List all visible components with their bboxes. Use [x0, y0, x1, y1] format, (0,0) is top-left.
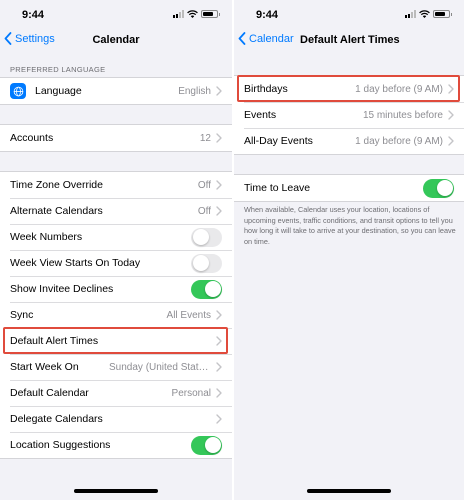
- row-label: Default Alert Times: [10, 335, 99, 347]
- row-label: Delegate Calendars: [10, 413, 103, 425]
- home-indicator: [74, 489, 158, 493]
- week-view-starts-today-toggle[interactable]: [191, 253, 222, 273]
- row-value: Off: [197, 205, 211, 217]
- chevron-left-icon: [238, 32, 246, 45]
- all-day-events-row[interactable]: All-Day Events 1 day before (9 AM): [234, 128, 464, 154]
- delegate-calendars-row[interactable]: Delegate Calendars: [0, 406, 232, 432]
- default-alert-times-screen: 9:44 Calendar Default Alert Times Birthd…: [234, 0, 464, 500]
- home-indicator: [307, 489, 391, 493]
- chevron-right-icon: [216, 206, 222, 216]
- chevron-right-icon: [448, 110, 454, 120]
- nav-bar: Calendar Default Alert Times: [234, 28, 464, 54]
- week-numbers-row: Week Numbers: [0, 224, 232, 250]
- back-label: Calendar: [249, 32, 294, 45]
- chevron-right-icon: [216, 86, 222, 96]
- birthdays-row[interactable]: Birthdays 1 day before (9 AM): [234, 76, 464, 102]
- row-label: Events: [244, 109, 277, 121]
- language-row[interactable]: Language English: [0, 78, 232, 104]
- signal-icon: [405, 10, 416, 18]
- nav-bar: Settings Calendar: [0, 28, 232, 54]
- chevron-right-icon: [216, 414, 222, 424]
- accounts-row[interactable]: Accounts 12: [0, 125, 232, 151]
- language-group: Language English: [0, 77, 232, 105]
- row-value: 1 day before (9 AM): [355, 83, 443, 95]
- location-suggestions-row: Location Suggestions: [0, 432, 232, 458]
- row-label: Week View Starts On Today: [10, 257, 141, 269]
- start-week-on-row[interactable]: Start Week On Sunday (United States defa…: [0, 354, 232, 380]
- back-button[interactable]: Calendar: [238, 32, 294, 45]
- alert-times-group: Birthdays 1 day before (9 AM) Events 15 …: [234, 75, 464, 155]
- accounts-count: 12: [199, 132, 211, 144]
- chevron-right-icon: [216, 362, 222, 372]
- chevron-right-icon: [216, 388, 222, 398]
- row-value: Off: [197, 179, 211, 191]
- signal-icon: [173, 10, 184, 18]
- page-title: Calendar: [92, 34, 140, 46]
- chevron-right-icon: [216, 336, 222, 346]
- chevron-right-icon: [216, 133, 222, 143]
- row-label: Show Invitee Declines: [10, 283, 114, 295]
- row-value: Sunday (United States default): [109, 361, 211, 373]
- default-calendar-row[interactable]: Default Calendar Personal: [0, 380, 232, 406]
- page-title: Default Alert Times: [300, 34, 400, 46]
- chevron-right-icon: [216, 180, 222, 190]
- battery-icon: [201, 10, 220, 18]
- accounts-label: Accounts: [10, 132, 54, 144]
- row-label: All-Day Events: [244, 135, 313, 147]
- status-time: 9:44: [256, 9, 279, 21]
- row-label: Start Week On: [10, 361, 79, 373]
- row-label: Time to Leave: [244, 182, 311, 194]
- battery-icon: [433, 10, 452, 18]
- status-time: 9:44: [22, 9, 45, 21]
- section-header-preferred-language: PREFERRED LANGUAGE: [10, 65, 106, 74]
- row-label: Location Suggestions: [10, 439, 111, 451]
- row-label: Default Calendar: [10, 387, 89, 399]
- row-label: Birthdays: [244, 83, 288, 95]
- wifi-icon: [187, 10, 198, 18]
- row-value: 1 day before (9 AM): [355, 135, 443, 147]
- row-label: Sync: [10, 309, 34, 321]
- language-label: Language: [35, 85, 82, 97]
- events-row[interactable]: Events 15 minutes before: [234, 102, 464, 128]
- week-numbers-toggle[interactable]: [191, 227, 222, 247]
- time-zone-override-row[interactable]: Time Zone Override Off: [0, 172, 232, 198]
- chevron-right-icon: [448, 84, 454, 94]
- wifi-icon: [419, 10, 430, 18]
- row-label: Week Numbers: [10, 231, 83, 243]
- location-suggestions-toggle[interactable]: [191, 435, 222, 455]
- default-alert-times-row[interactable]: Default Alert Times: [0, 328, 232, 354]
- time-to-leave-group: Time to Leave: [234, 174, 464, 202]
- row-label: Alternate Calendars: [10, 205, 103, 217]
- chevron-right-icon: [216, 310, 222, 320]
- alternate-calendars-row[interactable]: Alternate Calendars Off: [0, 198, 232, 224]
- status-icons: [405, 10, 452, 18]
- time-to-leave-toggle[interactable]: [423, 178, 454, 198]
- status-icons: [173, 10, 220, 18]
- time-to-leave-row: Time to Leave: [234, 175, 464, 201]
- status-bar: 9:44: [0, 0, 232, 28]
- calendar-options-group: Time Zone Override Off Alternate Calenda…: [0, 171, 232, 459]
- language-value: English: [178, 85, 211, 97]
- show-invitee-declines-toggle[interactable]: [191, 279, 222, 299]
- sync-row[interactable]: Sync All Events: [0, 302, 232, 328]
- globe-icon: [10, 83, 26, 99]
- row-value: Personal: [171, 387, 211, 399]
- calendar-settings-screen: 9:44 Settings Calendar PREFERRED LANGUAG…: [0, 0, 232, 500]
- accounts-group: Accounts 12: [0, 124, 232, 152]
- row-value: All Events: [166, 309, 211, 321]
- status-bar: 9:44: [234, 0, 464, 28]
- show-invitee-declines-row: Show Invitee Declines: [0, 276, 232, 302]
- chevron-right-icon: [448, 136, 454, 146]
- row-label: Time Zone Override: [10, 179, 103, 191]
- row-value: 15 minutes before: [362, 109, 443, 121]
- time-to-leave-footer: When available, Calendar uses your locat…: [244, 205, 456, 246]
- week-view-starts-today-row: Week View Starts On Today: [0, 250, 232, 276]
